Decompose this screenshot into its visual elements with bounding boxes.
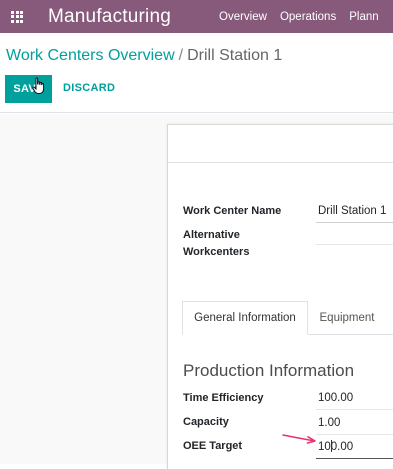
work-center-name-label: Work Center Name <box>183 205 282 217</box>
discard-button[interactable]: DISCARD <box>63 82 115 94</box>
text-cursor <box>331 440 332 452</box>
app-name[interactable]: Manufacturing <box>48 6 171 28</box>
section-title-production-information: Production Information <box>183 361 355 380</box>
oee-target-underline <box>316 458 393 459</box>
time-efficiency-label: Time Efficiency <box>183 392 264 404</box>
menu-operations[interactable]: Operations <box>280 11 336 23</box>
annotation-arrow-icon <box>282 434 316 444</box>
control-panel: Work Centers Overview / Drill Station 1 SA… <box>0 33 393 113</box>
notebook-tabs: General Information Equipment <box>182 301 393 335</box>
menu-overview[interactable]: Overview <box>219 11 267 23</box>
tab-equipment[interactable]: Equipment <box>308 301 386 335</box>
breadcrumb-parent-link[interactable]: Work Centers Overview <box>6 47 175 64</box>
oee-target-label: OEE Target <box>183 440 243 452</box>
top-navbar: Manufacturing Overview Operations Plann <box>0 0 393 33</box>
time-efficiency-underline <box>316 409 393 410</box>
breadcrumb-current: Drill Station 1 <box>187 47 283 64</box>
top-menu: Overview Operations Plann <box>219 11 392 23</box>
work-center-name-value[interactable]: Drill Station 1 <box>318 205 386 217</box>
time-efficiency-value[interactable]: 100.00 <box>318 392 353 404</box>
alternative-workcenters-field[interactable] <box>316 244 393 245</box>
form-sheet: Work Center Name Drill Station 1 Alterna… <box>167 124 393 469</box>
work-center-name-underline <box>316 222 393 223</box>
oee-target-value[interactable]: 100.00 <box>318 441 353 453</box>
hand-cursor-icon <box>32 77 45 94</box>
capacity-underline <box>316 434 393 435</box>
alternative-workcenters-label-line2: Workcenters <box>183 246 250 258</box>
breadcrumb: Work Centers Overview / Drill Station 1 <box>6 47 282 65</box>
sheet-header <box>168 125 393 163</box>
apps-menu-icon[interactable] <box>0 0 34 33</box>
menu-planning[interactable]: Plann <box>349 11 378 23</box>
tab-general-information[interactable]: General Information <box>182 301 308 335</box>
alternative-workcenters-label-line1: Alternative <box>183 229 240 241</box>
breadcrumb-separator: / <box>178 47 184 64</box>
capacity-label: Capacity <box>183 416 229 428</box>
capacity-value[interactable]: 1.00 <box>318 417 340 429</box>
